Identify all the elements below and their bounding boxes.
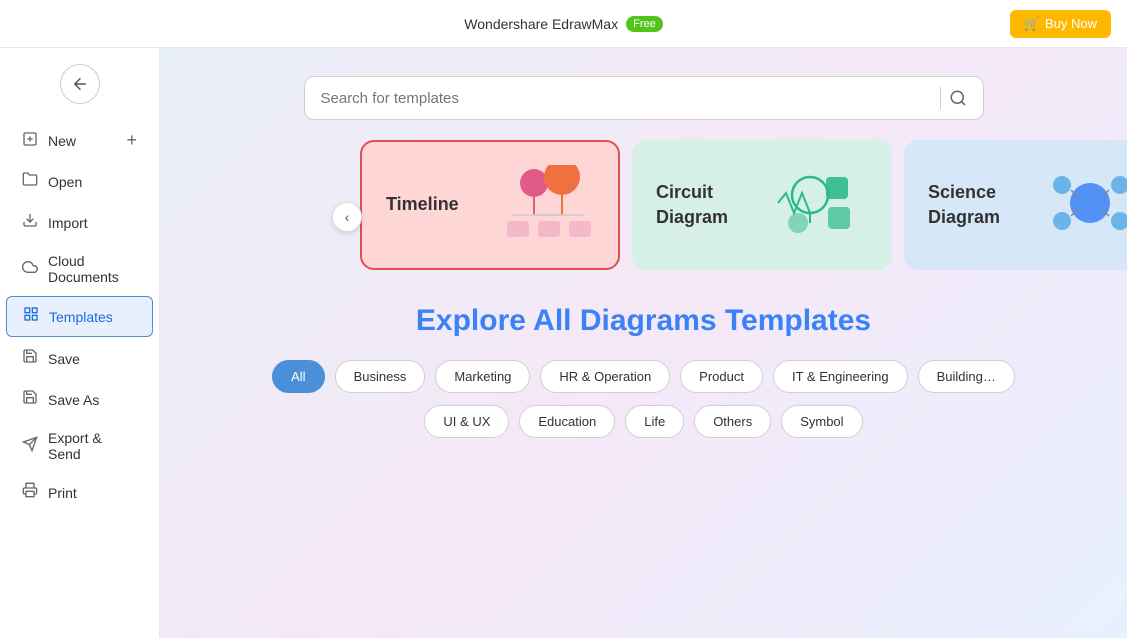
sidebar-print-label: Print xyxy=(48,485,77,501)
sidebar-import-label: Import xyxy=(48,215,88,231)
search-container xyxy=(160,48,1127,140)
app-name: Wondershare EdrawMax xyxy=(464,16,618,32)
filter-it[interactable]: IT & Engineering xyxy=(773,360,908,393)
save-icon xyxy=(22,348,38,369)
arrow-left-icon xyxy=(71,75,89,93)
filter-ui[interactable]: UI & UX xyxy=(424,405,509,438)
filter-row-1: All Business Marketing HR & Operation Pr… xyxy=(200,360,1087,393)
sidebar-cloud-label: Cloud Documents xyxy=(48,253,137,285)
open-icon xyxy=(22,171,38,192)
explore-title: Explore All Diagrams Templates xyxy=(200,304,1087,338)
cart-icon: 🛒 xyxy=(1024,16,1040,32)
carousel-track: Timeline xyxy=(160,140,1127,270)
filter-education[interactable]: Education xyxy=(519,405,615,438)
cloud-icon xyxy=(22,259,38,280)
sidebar-templates-label: Templates xyxy=(49,309,113,325)
timeline-visual xyxy=(504,165,594,245)
content-area: ‹ Timeline xyxy=(160,48,1127,638)
sidebar-item-templates[interactable]: Templates xyxy=(6,296,153,337)
import-icon xyxy=(22,212,38,233)
buy-button[interactable]: 🛒 Buy Now xyxy=(1010,10,1111,38)
carousel-prev-button[interactable]: ‹ xyxy=(332,202,362,232)
chevron-left-icon: ‹ xyxy=(345,209,350,225)
circuit-visual xyxy=(768,163,868,248)
filter-hr[interactable]: HR & Operation xyxy=(540,360,670,393)
topbar: Wondershare EdrawMax Free 🛒 Buy Now xyxy=(0,0,1127,48)
circuit-card-label2: Diagram xyxy=(656,207,728,228)
filter-all[interactable]: All xyxy=(272,360,324,393)
sidebar-export-label: Export & Send xyxy=(48,430,137,462)
main-layout: New + Open Import Cloud Documents xyxy=(0,48,1127,638)
templates-icon xyxy=(23,306,39,327)
filter-others[interactable]: Others xyxy=(694,405,771,438)
sidebar: New + Open Import Cloud Documents xyxy=(0,48,160,638)
sidebar-item-open[interactable]: Open xyxy=(6,162,153,201)
explore-section: Explore All Diagrams Templates All Busin… xyxy=(160,294,1127,470)
circuit-label-wrap: Circuit Diagram xyxy=(656,182,728,228)
search-divider xyxy=(940,87,941,109)
filter-business[interactable]: Business xyxy=(335,360,426,393)
sidebar-item-new[interactable]: New + xyxy=(6,121,153,160)
filter-marketing[interactable]: Marketing xyxy=(435,360,530,393)
new-icon xyxy=(22,131,38,150)
export-icon xyxy=(22,436,38,457)
science-card-label2: Diagram xyxy=(928,207,1000,228)
plus-icon: + xyxy=(126,130,137,151)
sidebar-item-import[interactable]: Import xyxy=(6,203,153,242)
sidebar-item-export[interactable]: Export & Send xyxy=(6,421,153,471)
filter-product[interactable]: Product xyxy=(680,360,763,393)
free-badge: Free xyxy=(626,16,663,32)
science-label-wrap: Science Diagram xyxy=(928,182,1000,228)
back-button[interactable] xyxy=(60,64,100,104)
science-card-label: Science xyxy=(928,182,1000,203)
sidebar-new-label: New xyxy=(48,133,76,149)
filter-life[interactable]: Life xyxy=(625,405,684,438)
search-button[interactable] xyxy=(949,89,967,107)
carousel-card-timeline[interactable]: Timeline xyxy=(360,140,620,270)
search-input[interactable] xyxy=(321,90,932,107)
sidebar-item-cloud[interactable]: Cloud Documents xyxy=(6,244,153,294)
filter-symbol[interactable]: Symbol xyxy=(781,405,862,438)
sidebar-saveas-label: Save As xyxy=(48,392,99,408)
sidebar-item-saveas[interactable]: Save As xyxy=(6,380,153,419)
filter-row-2: UI & UX Education Life Others Symbol xyxy=(200,405,1087,438)
print-icon xyxy=(22,482,38,503)
carousel-card-circuit[interactable]: Circuit Diagram xyxy=(632,140,892,270)
sidebar-open-label: Open xyxy=(48,174,82,190)
science-visual xyxy=(1040,163,1127,248)
sidebar-item-print[interactable]: Print xyxy=(6,473,153,512)
filter-building[interactable]: Building… xyxy=(918,360,1015,393)
timeline-card-label: Timeline xyxy=(386,193,459,216)
sidebar-save-label: Save xyxy=(48,351,80,367)
saveas-icon xyxy=(22,389,38,410)
carousel-section: ‹ Timeline xyxy=(160,140,1127,294)
circuit-card-label: Circuit xyxy=(656,182,728,203)
app-title-group: Wondershare EdrawMax Free xyxy=(464,16,662,32)
search-box xyxy=(304,76,984,120)
carousel-card-science[interactable]: Science Diagram xyxy=(904,140,1127,270)
sidebar-item-save[interactable]: Save xyxy=(6,339,153,378)
